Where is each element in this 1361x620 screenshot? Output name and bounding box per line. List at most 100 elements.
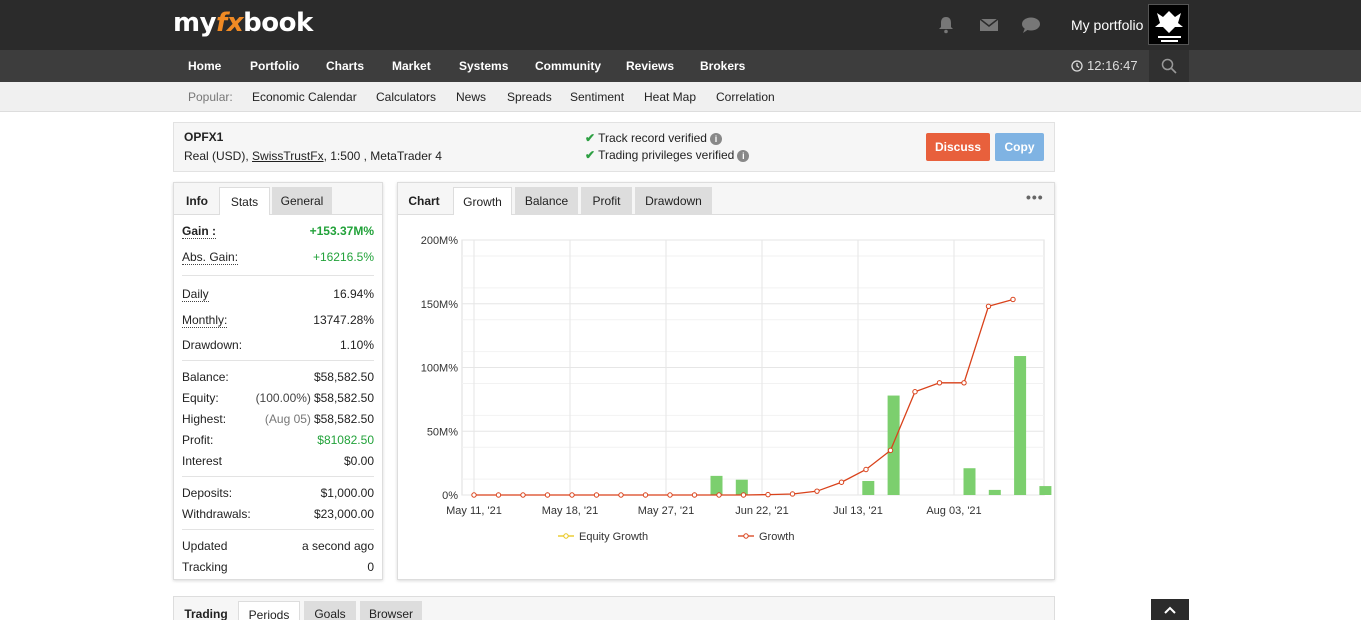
y-tick-label: 0%	[442, 490, 458, 502]
stat-label: Updated	[182, 539, 228, 553]
avatar-emblem	[1155, 11, 1183, 42]
equity-percent: (100.00%)	[255, 391, 311, 405]
chat-icon[interactable]	[1021, 15, 1041, 35]
growth-point	[544, 492, 551, 498]
stat-label[interactable]: Monthly:	[182, 313, 228, 328]
subnav-economic-calendar[interactable]: Economic Calendar	[252, 90, 357, 104]
subnav-heat-map[interactable]: Heat Map	[644, 90, 696, 104]
top-bar: myfxbook My portfolio	[0, 0, 1361, 50]
nav-brokers[interactable]: Brokers	[700, 59, 745, 73]
stats-panel: Info Stats General Gain : +153.37M% Abs.…	[173, 182, 383, 580]
growth-point	[716, 492, 722, 498]
avatar[interactable]	[1148, 4, 1189, 45]
bar	[988, 489, 1001, 495]
legend-label: Equity Growth	[579, 531, 648, 543]
tab-info[interactable]: Info	[178, 187, 216, 215]
highest-amount: $58,582.50	[313, 412, 374, 426]
stat-label: Balance:	[182, 370, 229, 384]
growth-point	[887, 447, 894, 454]
nav-charts[interactable]: Charts	[326, 59, 364, 73]
legend-marker	[743, 533, 749, 539]
stat-value: $58,582.50	[313, 370, 374, 384]
growth-point	[961, 380, 967, 386]
growth-point	[1010, 296, 1016, 303]
scroll-to-top-button[interactable]	[1151, 599, 1189, 620]
subnav-calculators[interactable]: Calculators	[376, 90, 436, 104]
discuss-button[interactable]: Discuss	[926, 133, 990, 161]
stat-value: 16.94%	[333, 287, 374, 301]
tab-trading[interactable]: Trading	[180, 601, 232, 620]
y-tick-label: 150M%	[421, 299, 459, 311]
legend-label: Growth	[759, 531, 794, 543]
tab-goals[interactable]: Goals	[304, 601, 356, 620]
tab-periods[interactable]: Periods	[238, 601, 300, 620]
bar	[1014, 356, 1027, 495]
growth-chart: 200M% 150M% 100M% 50M% 0% May 11, '21 May 18, …	[421, 235, 1052, 543]
stat-label[interactable]: Daily	[182, 287, 209, 302]
trading-privileges-verified: ✔ Trading privileges verified i	[585, 148, 750, 162]
growth-point	[936, 380, 943, 386]
y-tick-label: 100M%	[421, 363, 459, 375]
stat-value: $1,000.00	[320, 486, 374, 500]
tab-general[interactable]: General	[272, 187, 332, 215]
divider	[182, 360, 374, 361]
myfxbook-logo[interactable]: myfxbook	[173, 8, 313, 38]
bottom-tabs-panel: Trading Periods Goals Browser	[173, 596, 1055, 620]
my-portfolio-link[interactable]: My portfolio	[1071, 17, 1143, 33]
stat-label[interactable]: Gain :	[182, 224, 217, 239]
growth-point	[765, 491, 771, 498]
x-tick-label: May 11, '21	[446, 505, 502, 517]
subnav-spreads[interactable]: Spreads	[507, 90, 552, 104]
subnav-correlation[interactable]: Correlation	[716, 90, 775, 104]
info-icon[interactable]: i	[709, 133, 722, 145]
check-icon: ✔	[585, 148, 596, 162]
copy-button[interactable]: Copy	[995, 133, 1044, 161]
divider	[182, 529, 374, 530]
search-icon	[1161, 58, 1177, 74]
growth-point	[520, 492, 526, 498]
nav-systems[interactable]: Systems	[459, 59, 508, 73]
stat-value: +16216.5%	[312, 250, 374, 264]
tab-profit[interactable]: Profit	[581, 187, 632, 215]
broker-link[interactable]: SwissTrustFx	[252, 149, 324, 163]
growth-point	[691, 492, 698, 498]
stat-label: Tracking	[182, 560, 228, 574]
stat-value: 13747.28%	[313, 313, 374, 327]
check-icon: ✔	[585, 131, 596, 145]
tab-browser[interactable]: Browser	[360, 601, 422, 620]
bar	[1039, 486, 1052, 495]
subnav-news[interactable]: News	[456, 90, 486, 104]
more-options-icon[interactable]: •••	[1026, 189, 1044, 205]
stat-label[interactable]: Abs. Gain:	[182, 250, 239, 265]
growth-point	[814, 488, 820, 494]
tab-stats[interactable]: Stats	[219, 187, 270, 215]
stat-label: Drawdown:	[182, 338, 243, 352]
nav-community[interactable]: Community	[535, 59, 601, 73]
tab-balance[interactable]: Balance	[515, 187, 578, 215]
nav-reviews[interactable]: Reviews	[626, 59, 674, 73]
info-icon[interactable]: i	[737, 150, 750, 162]
envelope-icon[interactable]	[979, 15, 999, 35]
clock-icon	[1071, 60, 1083, 72]
growth-point	[740, 492, 747, 498]
nav-home[interactable]: Home	[188, 59, 221, 73]
tab-growth[interactable]: Growth	[453, 187, 512, 215]
y-tick-label: 200M%	[421, 235, 459, 247]
nav-market[interactable]: Market	[392, 59, 431, 73]
verify-label: Trading privileges verified	[598, 148, 735, 162]
bell-icon[interactable]	[936, 15, 956, 35]
stat-value: 1.10%	[339, 338, 374, 352]
tab-drawdown[interactable]: Drawdown	[635, 187, 712, 215]
equity-amount: $58,582.50	[313, 391, 374, 405]
nav-portfolio[interactable]: Portfolio	[250, 59, 299, 73]
account-name: OPFX1	[184, 130, 224, 144]
subnav-sentiment[interactable]: Sentiment	[570, 90, 624, 104]
search-button[interactable]	[1149, 50, 1189, 82]
main-nav: Home Portfolio Charts Market Systems Com…	[0, 50, 1361, 82]
stat-label: Highest:	[182, 412, 227, 426]
growth-point	[618, 492, 624, 498]
tab-chart[interactable]: Chart	[404, 187, 444, 215]
stat-value: (Aug 05) $58,582.50	[265, 412, 374, 426]
bar	[963, 468, 976, 495]
growth-point	[667, 492, 673, 498]
